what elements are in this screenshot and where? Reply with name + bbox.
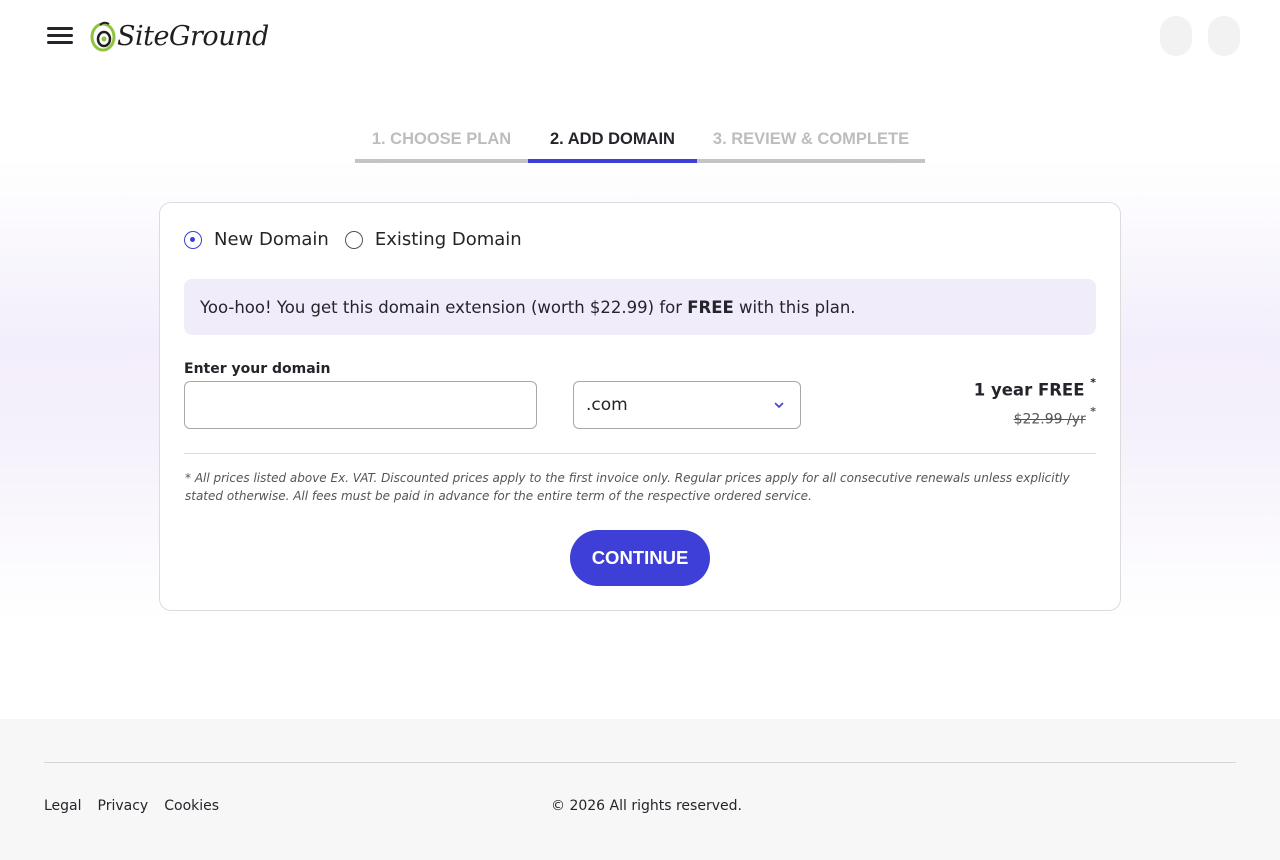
siteground-logo[interactable]: SiteGround	[90, 18, 269, 54]
price-regular: $22.99 /yr *	[1013, 404, 1096, 428]
domain-type-selector: New Domain Existing Domain	[184, 229, 538, 250]
tld-value: .com	[586, 395, 628, 415]
menu-icon[interactable]	[47, 27, 73, 45]
promo-text: Yoo-hoo! You get this domain extension (…	[200, 297, 856, 317]
footer-divider	[44, 762, 1236, 763]
logo-text: SiteGround	[117, 20, 269, 52]
domain-price: 1 year FREE * $22.99 /yr *	[973, 376, 1096, 428]
site-header: SiteGround	[0, 0, 1280, 72]
promo-banner: Yoo-hoo! You get this domain extension (…	[184, 279, 1096, 335]
footer-links: Legal Privacy Cookies	[44, 798, 235, 814]
copyright: © 2026 All rights reserved.	[551, 798, 742, 814]
chevron-down-icon	[774, 402, 784, 408]
divider	[184, 453, 1096, 454]
price-free: 1 year FREE *	[973, 376, 1096, 400]
step-review-complete: 3. Review & Complete	[697, 128, 925, 163]
radio-new-domain[interactable]: New Domain	[184, 229, 329, 250]
radio-label: Existing Domain	[374, 229, 522, 250]
domain-card: New Domain Existing Domain Yoo-hoo! You …	[159, 202, 1121, 611]
site-footer: Legal Privacy Cookies © 2026 All rights …	[0, 719, 1280, 860]
radio-unselected-icon	[344, 230, 363, 249]
header-action-placeholder[interactable]	[1160, 16, 1192, 56]
domain-input[interactable]	[184, 381, 537, 429]
footer-link-privacy[interactable]: Privacy	[98, 798, 149, 814]
checkout-steps: 1. Choose Plan 2. Add Domain 3. Review &…	[355, 128, 925, 163]
footer-link-cookies[interactable]: Cookies	[164, 798, 219, 814]
header-action-placeholder[interactable]	[1208, 16, 1240, 56]
step-add-domain: 2. Add Domain	[528, 128, 697, 163]
radio-existing-domain[interactable]: Existing Domain	[344, 229, 522, 250]
step-choose-plan[interactable]: 1. Choose Plan	[355, 128, 528, 163]
domain-field-label: Enter your domain	[184, 361, 331, 377]
siteground-logo-icon	[90, 21, 116, 52]
radio-label: New Domain	[214, 229, 329, 250]
tld-select[interactable]: .com	[573, 381, 801, 429]
footer-link-legal[interactable]: Legal	[44, 798, 82, 814]
pricing-disclaimer: * All prices listed above Ex. VAT. Disco…	[185, 471, 1070, 503]
continue-button[interactable]: Continue	[570, 530, 710, 586]
radio-selected-icon	[184, 230, 202, 249]
